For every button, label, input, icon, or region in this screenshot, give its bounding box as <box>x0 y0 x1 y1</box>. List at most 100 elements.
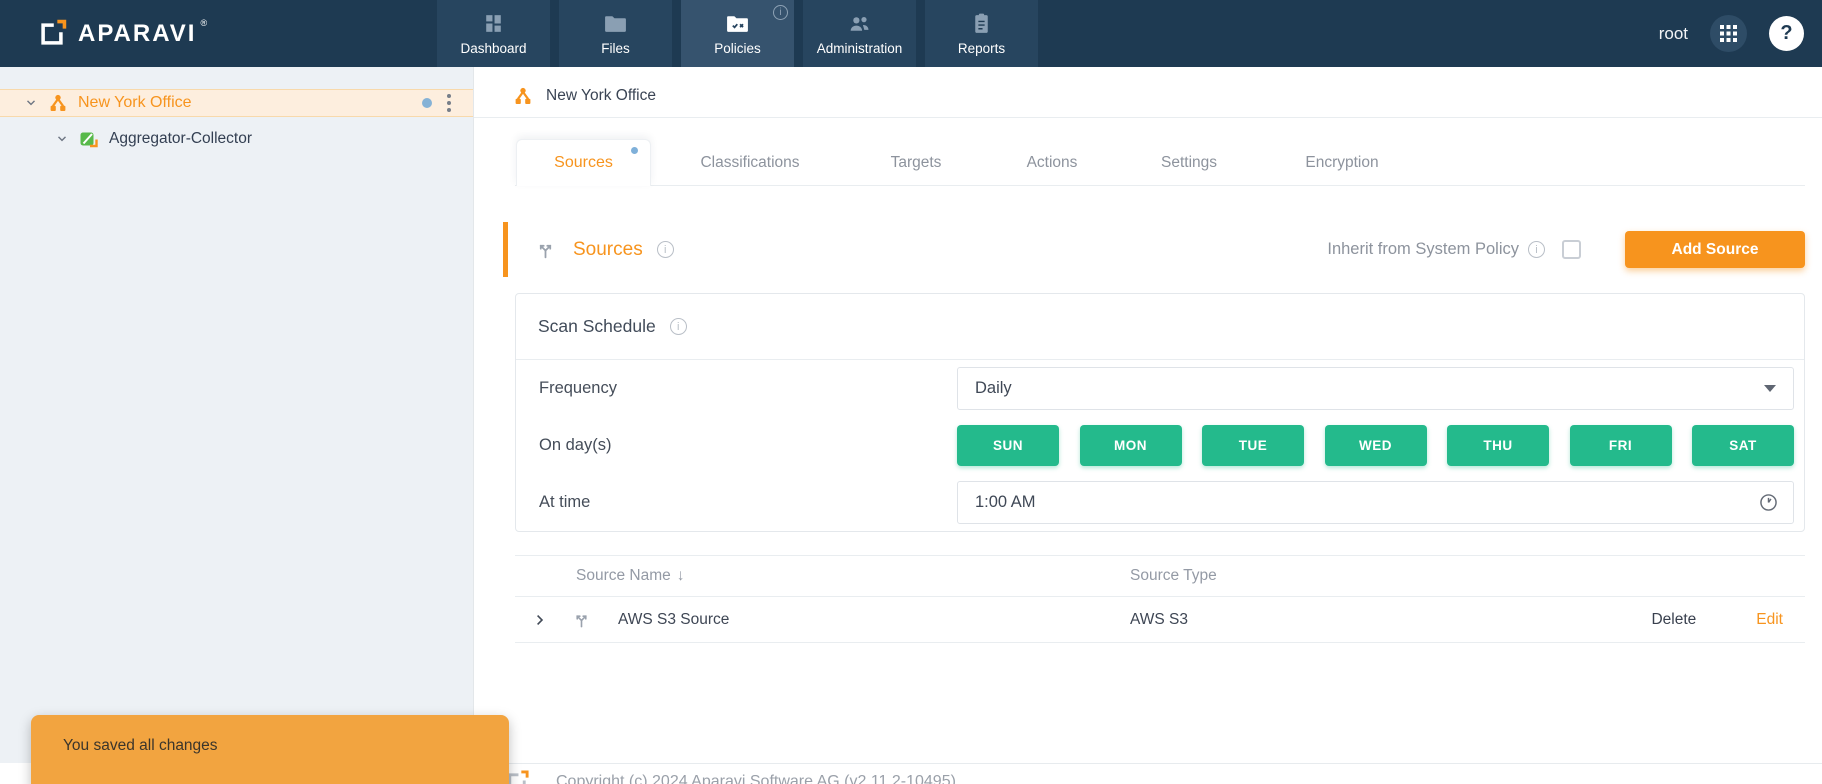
nav-label: Policies <box>714 41 761 56</box>
administration-icon <box>847 11 872 36</box>
policy-tabs: Sources Classifications Targets Actions … <box>516 139 1805 186</box>
source-type: AWS S3 <box>1130 611 1651 629</box>
nav-label: Files <box>601 41 630 56</box>
info-icon[interactable] <box>773 5 788 20</box>
scan-schedule-panel: Scan Schedule Frequency Daily On day(s) … <box>515 293 1805 532</box>
chevron-down-icon <box>1764 385 1776 392</box>
copyright-text: Copyright (c) 2024 Aparavi Software AG (… <box>556 773 956 784</box>
table-row[interactable]: AWS S3 Source AWS S3 Delete Edit <box>515 597 1805 643</box>
scan-schedule-header: Scan Schedule <box>516 294 1804 360</box>
tab-label: Settings <box>1161 154 1217 172</box>
info-icon[interactable] <box>670 318 687 335</box>
add-source-button[interactable]: Add Source <box>1625 231 1805 268</box>
nav-label: Reports <box>958 41 1005 56</box>
tree-item-label: New York Office <box>78 94 192 112</box>
tab-settings[interactable]: Settings <box>1161 139 1217 186</box>
day-button-wed[interactable]: WED <box>1325 425 1427 466</box>
tab-label: Encryption <box>1305 154 1378 172</box>
sources-section-header: Sources Inherit from System Policy Add S… <box>508 222 1805 277</box>
dashboard-icon <box>481 11 506 36</box>
clock-icon[interactable] <box>1758 492 1779 513</box>
day-button-thu[interactable]: THU <box>1447 425 1549 466</box>
time-row: At time 1:00 AM <box>516 474 1804 531</box>
aggregator-collector-icon <box>79 129 99 149</box>
nav-tab-reports[interactable]: Reports <box>925 0 1038 67</box>
policy-node-icon <box>48 93 68 113</box>
tab-label: Actions <box>1027 154 1078 172</box>
branch-icon <box>572 610 591 629</box>
column-label: Source Name <box>576 567 671 585</box>
nav-tab-files[interactable]: Files <box>559 0 672 67</box>
tab-targets[interactable]: Targets <box>891 139 942 186</box>
time-input[interactable]: 1:00 AM <box>957 481 1794 524</box>
time-label: At time <box>539 493 957 512</box>
tree-item-label: Aggregator-Collector <box>109 130 252 148</box>
kebab-menu-icon[interactable] <box>445 92 453 114</box>
brand-registered-mark: ® <box>200 18 207 28</box>
aparavi-logo-icon <box>36 18 68 50</box>
help-icon[interactable] <box>1769 16 1804 51</box>
edit-button[interactable]: Edit <box>1756 611 1783 629</box>
nav-label: Dashboard <box>460 41 526 56</box>
frequency-label: Frequency <box>539 379 957 398</box>
apps-grid-icon[interactable] <box>1710 15 1747 52</box>
divider <box>474 117 1822 118</box>
main-content: New York Office Sources Classifications … <box>474 67 1822 784</box>
scan-schedule-title: Scan Schedule <box>538 316 656 337</box>
policy-node-icon <box>513 86 533 106</box>
breadcrumb: New York Office <box>513 86 656 106</box>
user-menu[interactable]: root <box>1659 24 1688 44</box>
files-icon <box>603 11 628 36</box>
days-label: On day(s) <box>539 436 957 455</box>
day-button-sat[interactable]: SAT <box>1692 425 1794 466</box>
policy-tree-sidebar: New York Office Aggregator-Collector <box>0 67 474 763</box>
topbar: APARAVI ® Dashboard Files <box>0 0 1822 67</box>
frequency-value: Daily <box>975 379 1012 398</box>
tab-actions[interactable]: Actions <box>1027 139 1078 186</box>
nav-tab-policies[interactable]: Policies <box>681 0 794 67</box>
source-name: AWS S3 Source <box>618 611 729 629</box>
toast-saved-changes: You saved all changes <box>31 715 509 784</box>
nav-tab-administration[interactable]: Administration <box>803 0 916 67</box>
branch-icon <box>535 239 556 260</box>
column-label: Source Type <box>1130 567 1217 584</box>
primary-nav: Dashboard Files Policies <box>437 0 1038 67</box>
day-buttons: SUN MON TUE WED THU FRI SAT <box>957 425 1794 466</box>
sources-table: Source Name ↓ Source Type AWS S3 Source <box>515 555 1805 643</box>
tree-item-aggregator-collector[interactable]: Aggregator-Collector <box>0 124 473 154</box>
info-icon[interactable] <box>657 241 674 258</box>
table-header: Source Name ↓ Source Type <box>515 555 1805 597</box>
sort-arrow-icon: ↓ <box>677 567 685 585</box>
day-button-fri[interactable]: FRI <box>1570 425 1672 466</box>
info-icon[interactable] <box>1528 241 1545 258</box>
time-value: 1:00 AM <box>975 493 1036 512</box>
toast-message: You saved all changes <box>63 737 218 754</box>
tab-unsaved-dot <box>631 147 638 154</box>
tab-classifications[interactable]: Classifications <box>700 139 799 186</box>
inherit-from-system-policy-label: Inherit from System Policy <box>1327 240 1519 259</box>
day-button-mon[interactable]: MON <box>1080 425 1182 466</box>
tab-encryption[interactable]: Encryption <box>1305 139 1378 186</box>
nav-tab-dashboard[interactable]: Dashboard <box>437 0 550 67</box>
chevron-down-icon[interactable] <box>24 96 38 110</box>
day-button-tue[interactable]: TUE <box>1202 425 1304 466</box>
frequency-select[interactable]: Daily <box>957 367 1794 410</box>
chevron-down-icon[interactable] <box>55 132 69 146</box>
frequency-row: Frequency Daily <box>516 360 1804 417</box>
footer: Copyright (c) 2024 Aparavi Software AG (… <box>474 763 1822 784</box>
column-source-type: Source Type <box>1130 567 1805 585</box>
inherit-checkbox[interactable] <box>1562 240 1581 259</box>
days-row: On day(s) SUN MON TUE WED THU FRI SAT <box>516 417 1804 474</box>
delete-button[interactable]: Delete <box>1651 611 1696 629</box>
tab-label: Classifications <box>700 154 799 172</box>
expand-row-icon[interactable] <box>532 612 548 628</box>
tab-sources[interactable]: Sources <box>516 139 651 186</box>
section-title: Sources <box>573 239 643 261</box>
reports-icon <box>969 11 994 36</box>
column-source-name[interactable]: Source Name ↓ <box>515 567 1130 585</box>
tree-item-new-york-office[interactable]: New York Office <box>0 89 473 117</box>
day-button-sun[interactable]: SUN <box>957 425 1059 466</box>
aparavi-logo[interactable]: APARAVI ® <box>36 0 207 67</box>
nav-label: Administration <box>817 41 903 56</box>
breadcrumb-label: New York Office <box>546 87 656 105</box>
